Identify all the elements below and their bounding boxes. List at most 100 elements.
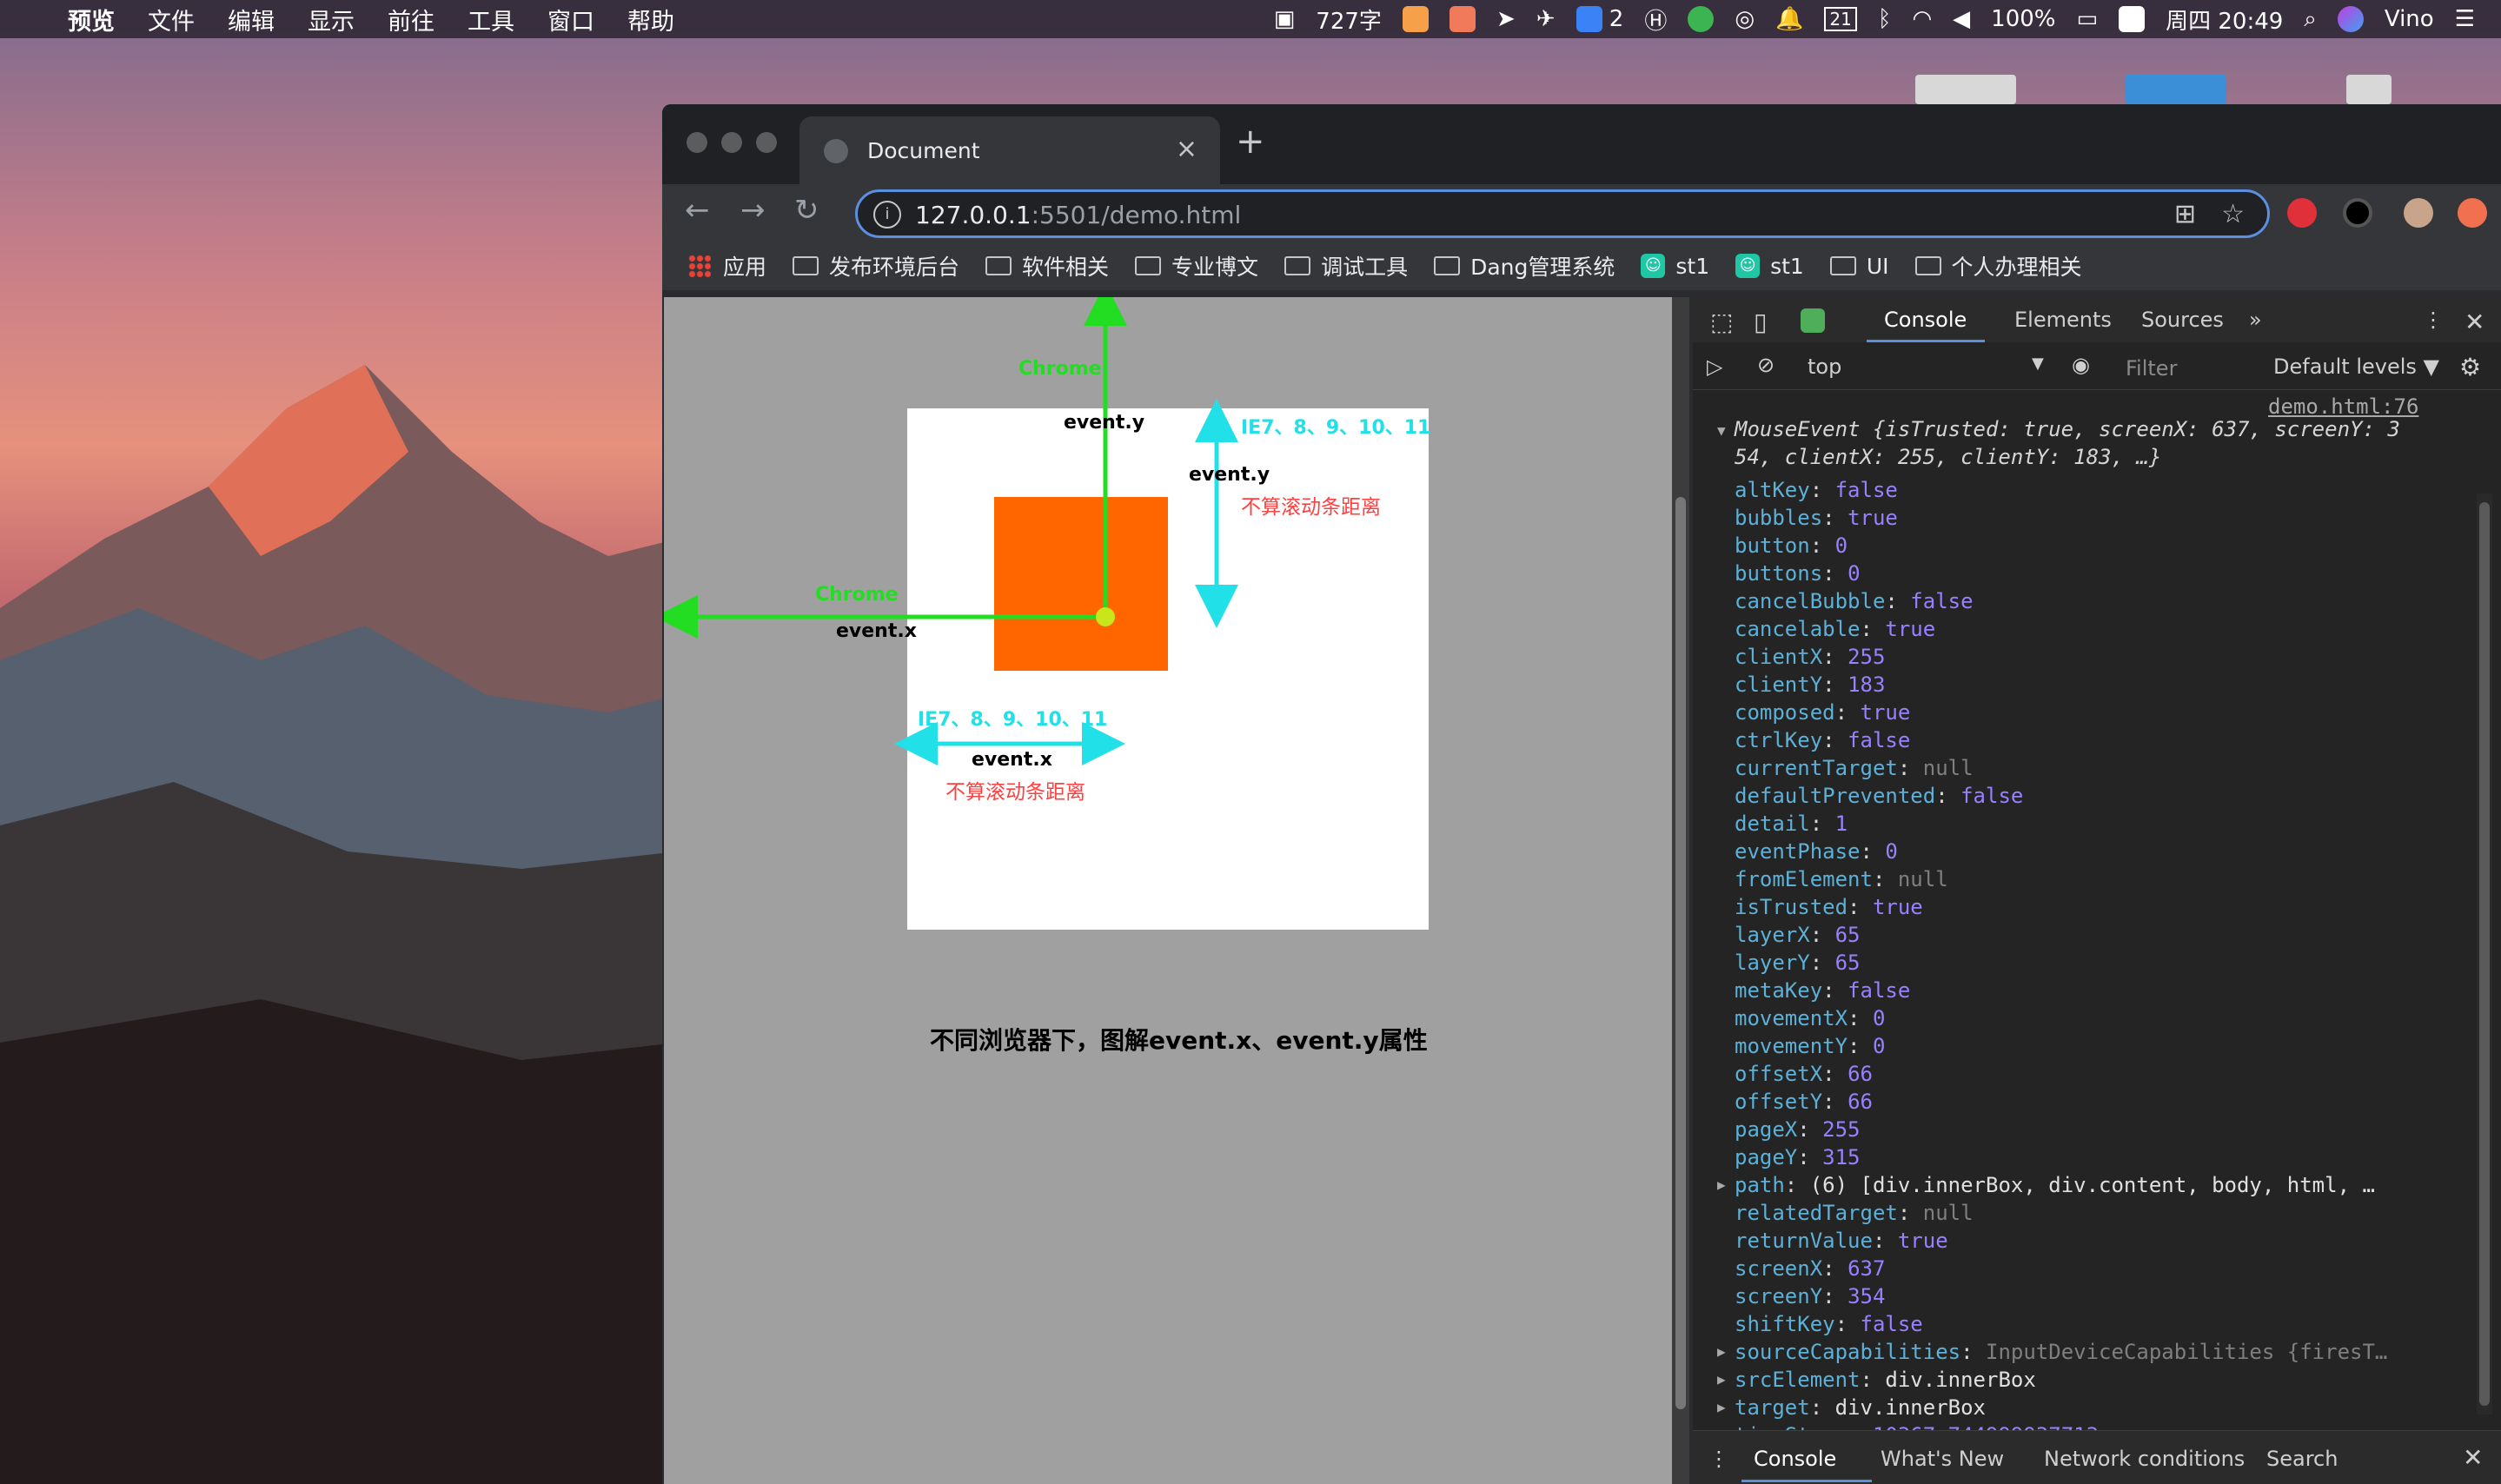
console-property-row[interactable]: ▶ target: div.innerBox <box>1717 1395 1986 1420</box>
drawer-tab-search[interactable]: Search <box>2266 1447 2338 1471</box>
vue-devtools-icon[interactable] <box>1801 308 1825 333</box>
menu-edit[interactable]: 编辑 <box>228 3 275 36</box>
bookmark-st1[interactable]: ☺ st1 <box>1735 254 1804 279</box>
minimize-window-button[interactable] <box>721 132 742 153</box>
context-selector[interactable]: top <box>1808 354 1841 379</box>
app-status-icon[interactable] <box>1402 6 1429 33</box>
expand-triangle-icon[interactable]: ▼ <box>1717 422 1726 439</box>
desktop-doc-icon[interactable] <box>2346 75 2392 104</box>
clock[interactable]: 周四 20:49 <box>2166 3 2283 36</box>
bookmark-folder[interactable]: Dang管理系统 <box>1434 250 1615 282</box>
menu-file[interactable]: 文件 <box>148 3 195 36</box>
tab-elements[interactable]: Elements <box>2014 308 2112 332</box>
event-summary[interactable]: MouseEvent {isTrusted: true, screenX: 63… <box>1735 417 2400 441</box>
bluetooth-icon[interactable]: ᛒ <box>1878 6 1892 32</box>
display-icon[interactable]: ▣ <box>1274 6 1296 32</box>
menu-window[interactable]: 窗口 <box>547 3 594 36</box>
translate-icon[interactable]: ⊞ <box>2174 199 2196 229</box>
chevron-down-icon[interactable]: ▼ <box>2032 354 2044 373</box>
zoom-window-button[interactable] <box>756 132 777 153</box>
filter-input[interactable]: Filter <box>2126 356 2177 381</box>
s-app-icon[interactable] <box>2119 6 2146 33</box>
eye-icon[interactable]: ◉ <box>2072 353 2090 377</box>
bookmark-star-icon[interactable]: ☆ <box>2221 199 2245 229</box>
menu-tools[interactable]: 工具 <box>468 3 514 36</box>
siri-icon[interactable] <box>2337 6 2364 33</box>
address-bar[interactable]: i 127.0.0.1:5501/demo.html ⊞ ☆ <box>855 189 2270 238</box>
drawer-menu-icon[interactable]: ⋮ <box>1708 1447 1729 1471</box>
list-icon[interactable]: ☰ <box>2455 6 2475 32</box>
tab-close-icon[interactable]: × <box>1176 134 1197 164</box>
volume-icon[interactable]: ◀ <box>1953 6 1970 32</box>
battery-percent[interactable]: 100% <box>1991 6 2055 32</box>
tab-document[interactable]: Document × <box>799 116 1220 184</box>
sidebar-toggle-icon[interactable]: ▷ <box>1707 354 1722 379</box>
calendar-icon[interactable]: 21 <box>1824 7 1857 31</box>
bookmark-st1[interactable]: ☺ st1 <box>1641 254 1709 279</box>
h-icon[interactable]: Ⓗ <box>1644 3 1667 36</box>
bell-icon[interactable]: 🔔 <box>1775 6 1803 32</box>
drawer-tab-console[interactable]: Console <box>1754 1447 1836 1471</box>
menu-preview[interactable]: 预览 <box>68 3 115 36</box>
page-scrollbar[interactable] <box>1672 297 1689 1484</box>
battery-icon[interactable]: ▭ <box>2077 6 2099 32</box>
bookmark-folder[interactable]: 调试工具 <box>1284 250 1408 282</box>
profile-avatar[interactable] <box>2404 198 2433 228</box>
console-property-row[interactable]: ▶ srcElement: div.innerBox <box>1717 1368 2036 1392</box>
info-icon[interactable]: i <box>873 201 901 229</box>
console-property-row[interactable]: ▶ path: (6) [div.innerBox, div.content, … <box>1717 1173 2375 1197</box>
app-status-icon-2[interactable] <box>1449 6 1476 33</box>
levels-dropdown[interactable]: Default levels ▼ <box>2273 354 2439 379</box>
reload-icon[interactable]: ↻ <box>794 193 819 228</box>
menu-go[interactable]: 前往 <box>388 3 435 36</box>
expand-triangle-icon[interactable]: ▶ <box>1717 1399 1726 1415</box>
bookmark-folder[interactable]: 发布环境后台 <box>793 250 959 282</box>
new-tab-button[interactable]: + <box>1236 122 1265 162</box>
console-scrollbar[interactable] <box>2477 494 2492 1414</box>
drawer-tab-network-conditions[interactable]: Network conditions <box>2044 1447 2245 1471</box>
close-drawer-icon[interactable]: ✕ <box>2463 1443 2483 1472</box>
forward-icon[interactable]: → <box>740 193 766 228</box>
expand-triangle-icon[interactable]: ▶ <box>1717 1343 1726 1360</box>
node-icon[interactable] <box>1688 6 1715 33</box>
desktop-folder-icon[interactable] <box>2126 75 2226 104</box>
menu-view[interactable]: 显示 <box>308 3 355 36</box>
menu-help[interactable]: 帮助 <box>627 3 674 36</box>
desktop-file-icon[interactable] <box>1915 75 2016 104</box>
bookmark-folder[interactable]: UI <box>1829 254 1889 279</box>
update-icon[interactable] <box>2458 198 2487 228</box>
bookmark-apps[interactable]: 应用 <box>688 250 766 282</box>
bookmark-folder[interactable]: 个人办理相关 <box>1914 250 2082 282</box>
more-tabs-icon[interactable]: » <box>2249 308 2262 332</box>
kebab-menu-icon[interactable]: ⋮ <box>2423 308 2444 332</box>
gear-icon[interactable]: ⚙ <box>2459 353 2481 381</box>
user-name[interactable]: Vino <box>2385 6 2434 32</box>
url-text[interactable]: 127.0.0.1:5501/demo.html <box>915 201 1241 229</box>
drawer-tab-whats-new[interactable]: What's New <box>1881 1447 2004 1471</box>
tab-sources[interactable]: Sources <box>2141 308 2224 332</box>
inspect-icon[interactable]: ⬚ <box>1710 308 1733 336</box>
expand-triangle-icon[interactable]: ▶ <box>1717 1371 1726 1388</box>
back-icon[interactable]: ← <box>685 193 710 228</box>
send-icon[interactable]: ➤ <box>1496 6 1516 32</box>
notification-badge[interactable]: 2 <box>1576 6 1623 33</box>
extension-circle-icon[interactable] <box>2343 198 2372 228</box>
console-scrollbar-thumb[interactable] <box>2479 502 2490 1406</box>
console-property-row[interactable]: ▶ sourceCapabilities: InputDeviceCapabil… <box>1717 1340 2387 1364</box>
bookmark-folder[interactable]: 专业博文 <box>1135 250 1258 282</box>
bookmark-folder[interactable]: 软件相关 <box>985 250 1109 282</box>
adblock-icon[interactable] <box>2287 198 2317 228</box>
word-count[interactable]: 727字 <box>1316 3 1382 36</box>
wechat-icon[interactable]: ◎ <box>1735 6 1755 32</box>
expand-triangle-icon[interactable]: ▶ <box>1717 1176 1726 1193</box>
close-window-button[interactable] <box>687 132 707 153</box>
event-summary-cont[interactable]: 54, clientX: 255, clientY: 183, …} <box>1735 445 2161 469</box>
device-toolbar-icon[interactable]: ▯ <box>1754 308 1767 336</box>
source-link[interactable]: demo.html:76 <box>2268 394 2418 419</box>
paper-plane-icon[interactable]: ✈ <box>1536 6 1556 32</box>
wifi-icon[interactable]: ◠ <box>1912 6 1932 32</box>
page-scrollbar-thumb[interactable] <box>1675 497 1686 1409</box>
close-devtools-icon[interactable]: ✕ <box>2465 308 2484 336</box>
clear-console-icon[interactable]: ⊘ <box>1757 353 1775 377</box>
search-icon[interactable]: ⌕ <box>2304 6 2317 33</box>
